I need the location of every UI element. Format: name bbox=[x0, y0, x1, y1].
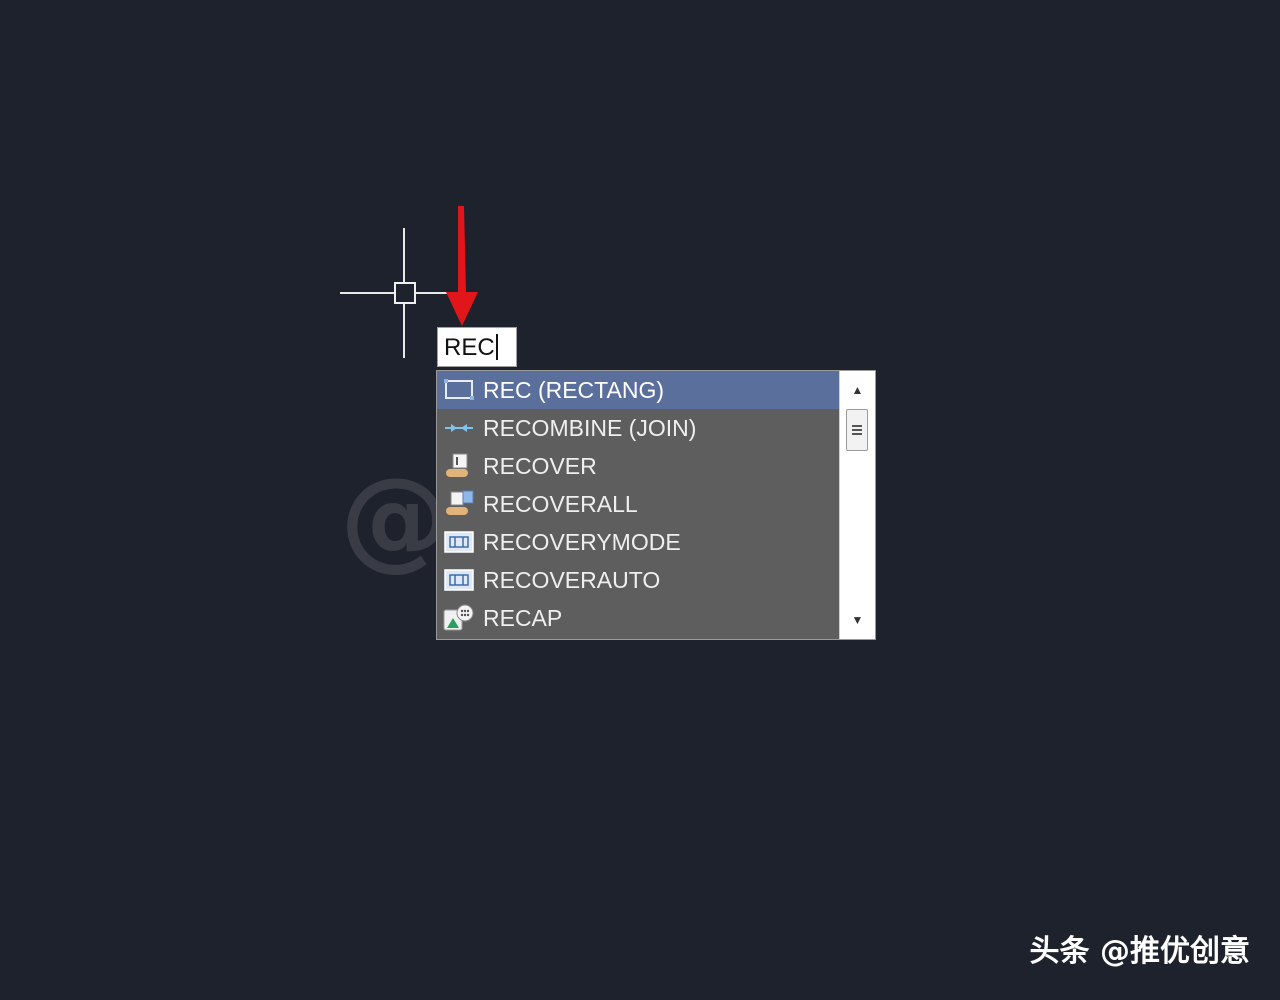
autocomplete-item-label: RECOMBINE (JOIN) bbox=[483, 414, 697, 441]
autocomplete-item-label: RECOVERALL bbox=[483, 490, 638, 517]
recoverymode-icon bbox=[444, 531, 474, 553]
recap-icon bbox=[443, 604, 474, 631]
autocomplete-item-recoverauto[interactable]: RECOVERAUTO bbox=[437, 561, 839, 599]
cursor-pickbox bbox=[394, 282, 416, 304]
command-input-value: REC bbox=[444, 334, 495, 361]
recover-icon bbox=[446, 453, 468, 477]
footer-credit: 头条 @推优创意 bbox=[1029, 934, 1250, 969]
autocomplete-dropdown[interactable]: REC (RECTANG) RECOMBINE (JOIN) RECOVER R… bbox=[436, 370, 876, 640]
drawing-canvas[interactable]: REC @推优创意 REC (RECTANG) RECOMBINE (JOIN) bbox=[0, 0, 1280, 1000]
autocomplete-item-label: RECOVER bbox=[483, 452, 597, 479]
autocomplete-item-recover[interactable]: RECOVER bbox=[437, 447, 839, 485]
red-arrow-icon bbox=[446, 206, 478, 326]
rectangle-icon bbox=[444, 379, 474, 400]
recoverauto-icon bbox=[444, 569, 474, 591]
autocomplete-item-label: RECOVERYMODE bbox=[483, 528, 681, 555]
autocomplete-item-rectang[interactable]: REC (RECTANG) bbox=[437, 371, 839, 409]
autocomplete-item-recap[interactable]: RECAP bbox=[437, 599, 839, 637]
scroll-up-arrow-icon[interactable]: ▲ bbox=[840, 373, 875, 407]
grip-icon bbox=[852, 425, 862, 435]
autocomplete-item-recoverymode[interactable]: RECOVERYMODE bbox=[437, 523, 839, 561]
text-caret bbox=[495, 334, 498, 360]
autocomplete-item-recombine[interactable]: RECOMBINE (JOIN) bbox=[437, 409, 839, 447]
join-icon bbox=[445, 424, 473, 432]
autocomplete-item-label: RECOVERAUTO bbox=[483, 566, 661, 593]
recoverall-icon bbox=[446, 490, 474, 515]
autocomplete-item-label: RECAP bbox=[483, 604, 563, 631]
scroll-down-arrow-icon[interactable]: ▼ bbox=[840, 603, 875, 637]
autocomplete-item-recoverall[interactable]: RECOVERALL bbox=[437, 485, 839, 523]
autocomplete-item-label: REC (RECTANG) bbox=[483, 376, 665, 403]
autocomplete-list: REC (RECTANG) RECOMBINE (JOIN) RECOVER R… bbox=[437, 371, 839, 639]
vertical-scrollbar[interactable]: ▲ ▼ bbox=[839, 371, 875, 639]
command-input[interactable]: REC bbox=[437, 327, 517, 367]
scrollbar-thumb[interactable] bbox=[846, 409, 868, 451]
